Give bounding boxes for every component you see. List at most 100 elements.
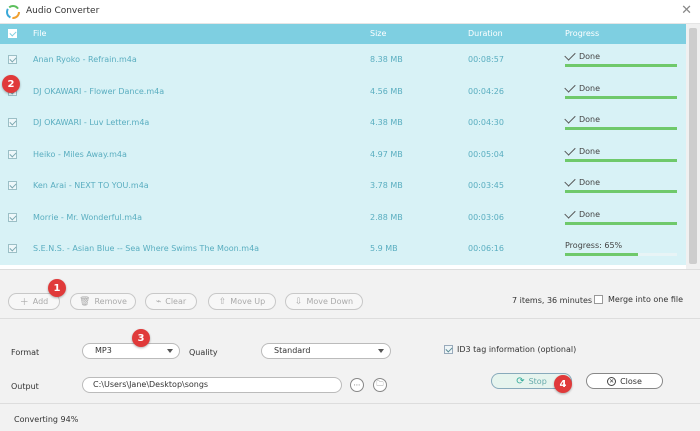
file-size: 4.38 MB xyxy=(370,118,403,127)
remove-button[interactable]: 🗑 Remove xyxy=(70,293,136,310)
table-row[interactable]: DJ OKAWARI - Flower Dance.m4a 4.56 MB 00… xyxy=(0,76,686,108)
select-all-checkbox[interactable] xyxy=(8,29,17,38)
move-up-button[interactable]: ⇧ Move Up xyxy=(208,293,276,310)
progress-status: Done xyxy=(564,175,600,187)
row-checkbox[interactable] xyxy=(8,181,17,190)
file-duration: 00:06:16 xyxy=(468,244,504,253)
window-close-icon[interactable]: ✕ xyxy=(681,3,692,19)
progress-status: Done xyxy=(564,206,600,219)
arrow-up-icon: ⇧ xyxy=(218,296,227,307)
file-name: DJ OKAWARI - Flower Dance.m4a xyxy=(33,86,165,96)
table-row[interactable]: DJ OKAWARI - Luv Letter.m4a 4.38 MB 00:0… xyxy=(0,107,686,139)
progress-status: Done xyxy=(564,143,600,156)
progress-fill xyxy=(565,64,677,67)
progress-status: Done xyxy=(564,80,600,93)
row-checkbox[interactable] xyxy=(8,212,17,222)
merge-checkbox[interactable]: Merge into one file xyxy=(594,295,683,304)
id3-checkbox[interactable]: ID3 tag information (optional) xyxy=(444,345,576,354)
progress-fill xyxy=(565,127,677,130)
check-icon xyxy=(564,112,576,124)
close-button[interactable]: ✕ Close xyxy=(586,373,663,389)
chevron-down-icon xyxy=(378,349,384,353)
file-name: Ken Arai - NEXT TO YOU.m4a xyxy=(33,181,149,190)
header-duration[interactable]: Duration xyxy=(468,29,503,38)
format-select[interactable]: MP3 xyxy=(82,343,180,359)
output-label: Output xyxy=(11,382,39,391)
open-folder-button[interactable]: 🗀 xyxy=(373,378,387,392)
refresh-icon: ⟳ xyxy=(516,375,525,387)
scrollbar-thumb[interactable] xyxy=(689,28,697,264)
file-duration: 00:08:57 xyxy=(468,55,504,64)
file-name: Morrie - Mr. Wonderful.m4a xyxy=(33,212,143,222)
file-size: 3.78 MB xyxy=(370,181,403,190)
annotation-marker-1: 1 xyxy=(48,279,66,297)
merge-checkbox-box[interactable] xyxy=(594,295,603,304)
row-checkbox[interactable] xyxy=(8,149,17,159)
progress-status: Progress: 65% xyxy=(565,241,623,250)
progress-fill xyxy=(565,95,677,99)
progress-bar xyxy=(565,221,677,225)
table-row[interactable]: Ken Arai - NEXT TO YOU.m4a 3.78 MB 00:03… xyxy=(0,170,686,202)
merge-label: Merge into one file xyxy=(608,295,683,304)
file-size: 4.56 MB xyxy=(370,86,403,96)
progress-fill xyxy=(565,190,677,193)
list-toolbar: ＋ Add 🗑 Remove ⌁ Clear ⇧ Move Up ⇩ Move Down … xyxy=(0,269,700,318)
file-size: 2.88 MB xyxy=(370,212,403,222)
items-summary: 7 items, 36 minutes xyxy=(512,296,593,305)
table-row[interactable]: S.E.N.S. - Asian Blue -- Sea Where Swims… xyxy=(0,233,686,265)
trash-icon: 🗑 xyxy=(79,296,91,307)
header-file[interactable]: File xyxy=(33,29,46,38)
output-path-input[interactable]: C:\Users\Jane\Desktop\songs xyxy=(82,377,342,393)
file-duration: 00:03:06 xyxy=(468,212,504,222)
browse-button[interactable]: ⋯ xyxy=(350,378,364,392)
file-duration: 00:05:04 xyxy=(468,149,504,159)
file-duration: 00:03:45 xyxy=(468,181,504,190)
folder-icon: 🗀 xyxy=(376,379,384,388)
row-checkbox[interactable] xyxy=(8,244,17,253)
table-scrollbar[interactable] xyxy=(686,24,700,269)
file-size: 8.38 MB xyxy=(370,55,403,64)
table-row[interactable]: Heiko - Miles Away.m4a 4.97 MB 00:05:04 … xyxy=(0,139,686,171)
file-duration: 00:04:30 xyxy=(468,118,504,127)
id3-label: ID3 tag information (optional) xyxy=(457,345,577,354)
file-name: DJ OKAWARI - Luv Letter.m4a xyxy=(33,118,150,127)
progress-status: Done xyxy=(564,112,600,124)
file-table: Anan Ryoko - Refrain.m4a 8.38 MB 00:08:5… xyxy=(0,44,686,265)
progress-bar xyxy=(565,253,677,256)
file-table-header: File Size Duration Progress xyxy=(0,24,686,44)
header-progress[interactable]: Progress xyxy=(565,29,599,38)
plus-icon: ＋ xyxy=(19,298,29,308)
annotation-marker-3: 3 xyxy=(132,329,150,347)
file-size: 5.9 MB xyxy=(370,244,398,253)
check-icon xyxy=(564,143,576,156)
id3-checkbox-box[interactable] xyxy=(444,345,453,354)
title-bar: Audio Converter ✕ xyxy=(0,0,700,24)
check-icon xyxy=(564,206,576,219)
window-title: Audio Converter xyxy=(26,6,100,16)
table-row[interactable]: Anan Ryoko - Refrain.m4a 8.38 MB 00:08:5… xyxy=(0,44,686,76)
status-text: Converting 94% xyxy=(14,415,79,424)
annotation-marker-4: 4 xyxy=(554,375,572,393)
app-logo-icon xyxy=(6,5,20,19)
ellipsis-icon: ⋯ xyxy=(353,381,361,389)
quality-select[interactable]: Standard xyxy=(261,343,391,359)
progress-fill xyxy=(565,158,677,162)
check-icon xyxy=(564,175,576,187)
check-icon xyxy=(564,49,576,61)
settings-panel: Format MP3 Quality Standard ID3 tag info… xyxy=(0,318,700,403)
arrow-down-icon: ⇩ xyxy=(294,296,303,307)
move-down-button[interactable]: ⇩ Move Down xyxy=(285,293,363,310)
file-duration: 00:04:26 xyxy=(468,86,504,96)
table-row[interactable]: Morrie - Mr. Wonderful.m4a 2.88 MB 00:03… xyxy=(0,202,686,234)
quality-label: Quality xyxy=(189,348,218,357)
file-name: Anan Ryoko - Refrain.m4a xyxy=(33,55,137,64)
progress-status: Done xyxy=(564,49,600,61)
row-checkbox[interactable] xyxy=(8,55,17,64)
progress-bar xyxy=(565,190,677,193)
row-checkbox[interactable] xyxy=(8,118,17,127)
broom-icon: ⌁ xyxy=(155,296,162,307)
progress-fill xyxy=(565,221,677,225)
clear-button[interactable]: ⌁ Clear xyxy=(145,293,197,310)
header-size[interactable]: Size xyxy=(370,29,386,38)
chevron-down-icon xyxy=(167,349,173,353)
